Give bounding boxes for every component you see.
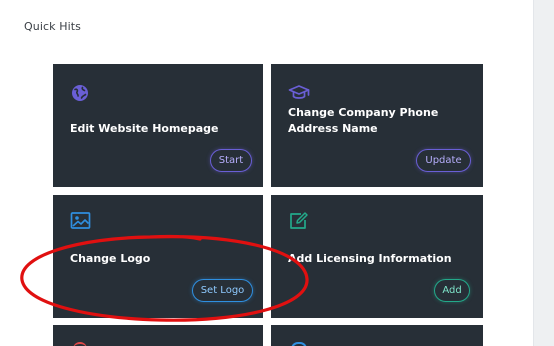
section-title: Quick Hits [24, 20, 81, 33]
quick-hit-card-edit-website[interactable]: Edit Website Homepage Start [53, 64, 263, 187]
right-scroll-gutter [533, 0, 554, 346]
quick-hit-card-6[interactable] [271, 325, 483, 346]
card-title: Add Licensing Information [288, 252, 452, 265]
blue-icon [291, 342, 307, 346]
graduation-cap-icon [288, 83, 310, 103]
image-icon [70, 211, 91, 231]
quick-hit-card-add-licensing[interactable]: Add Licensing Information Add [271, 195, 483, 318]
red-icon [73, 342, 87, 346]
card-title: Change Company Phone Address Name [288, 106, 439, 135]
globe-icon [70, 83, 90, 103]
quick-hit-card-change-company-info[interactable]: Change Company Phone Address Name Update [271, 64, 483, 187]
quick-hit-card-5[interactable] [53, 325, 263, 346]
edit-icon [288, 211, 308, 231]
card-title: Change Logo [70, 252, 151, 265]
start-button[interactable]: Start [210, 149, 252, 172]
update-button[interactable]: Update [416, 149, 471, 172]
set-logo-button[interactable]: Set Logo [192, 279, 253, 302]
add-button[interactable]: Add [434, 279, 470, 302]
quick-hit-card-change-logo[interactable]: Change Logo Set Logo [53, 195, 263, 318]
card-title: Edit Website Homepage [70, 122, 219, 135]
